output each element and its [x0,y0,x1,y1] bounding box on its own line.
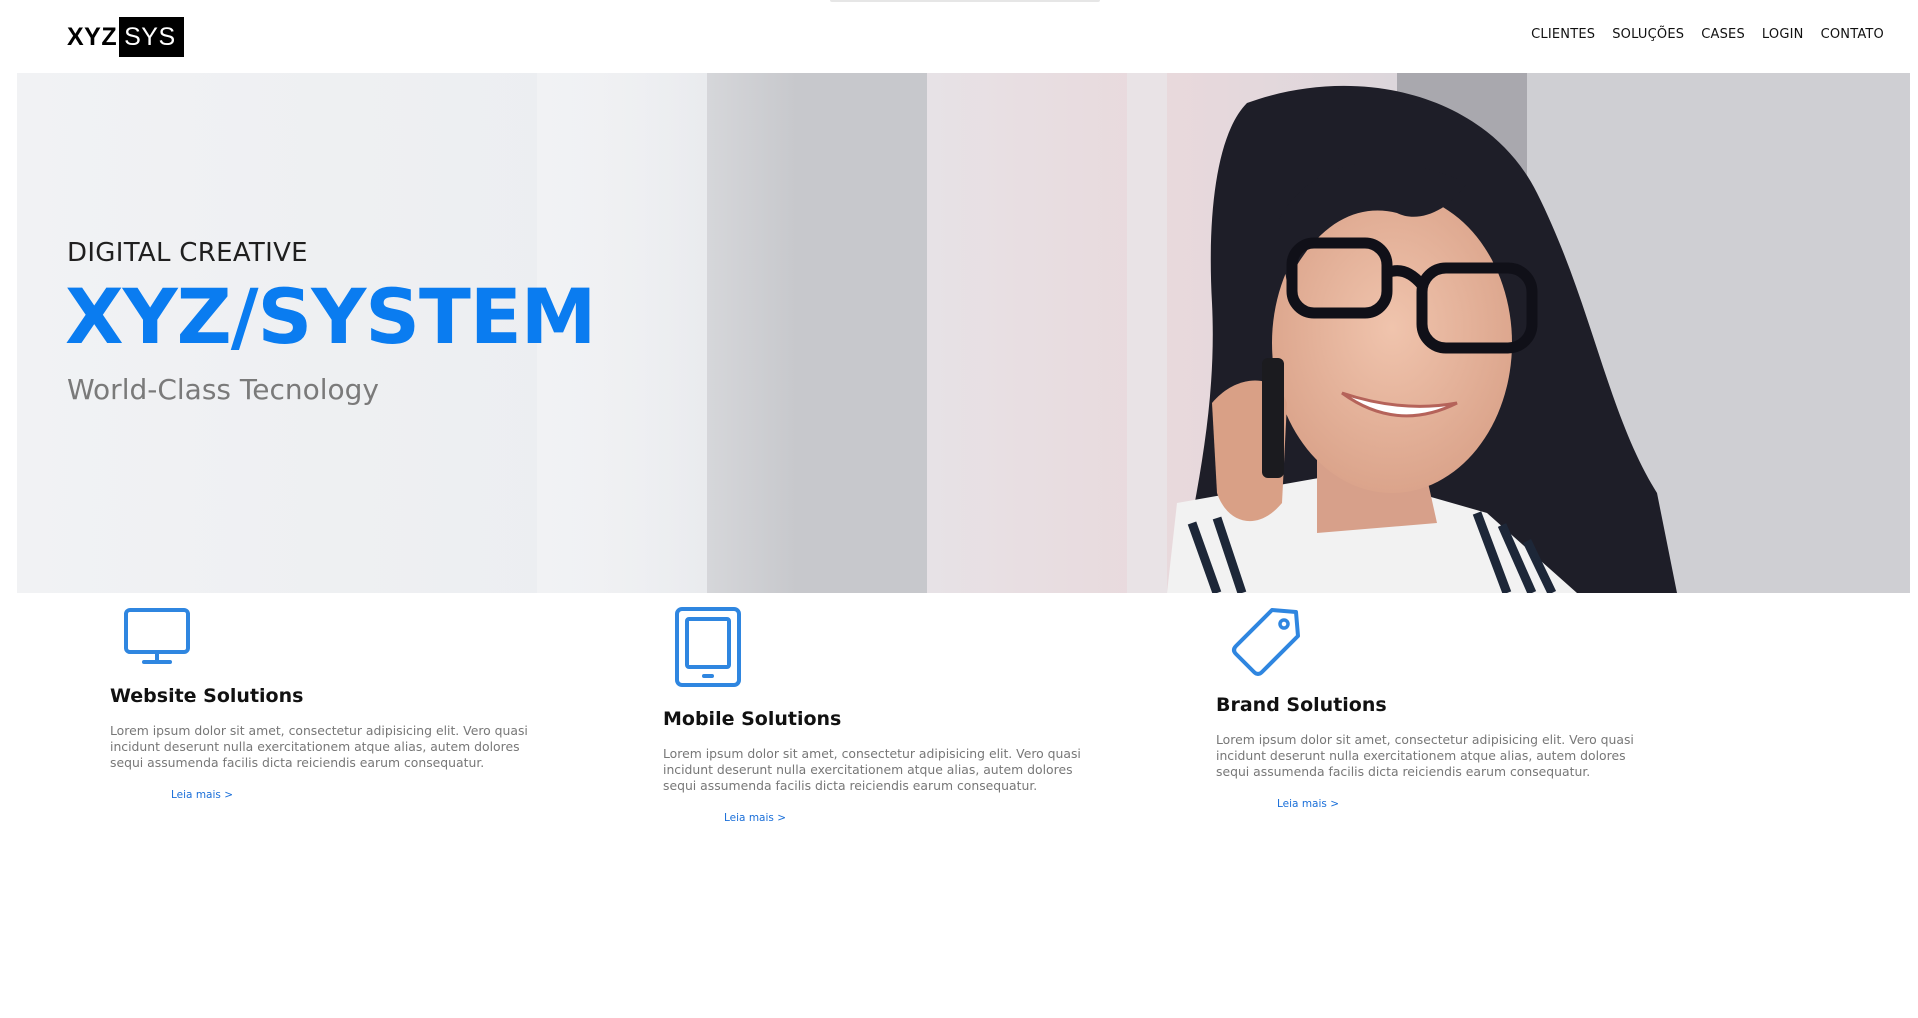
nav-item-login[interactable]: LOGIN [1762,27,1804,42]
site-header: XYZ SYS CLIENTES SOLUÇÕES CASES LOGIN CO… [0,0,1918,73]
feature-title: Website Solutions [110,685,304,707]
read-more-link[interactable]: Leia mais > [724,812,786,824]
feature-mobile: Mobile Solutions Lorem ipsum dolor sit a… [663,606,1123,825]
hero-subtitle: World-Class Tecnology [67,373,380,406]
read-more-link[interactable]: Leia mais > [171,789,233,801]
feature-text: Lorem ipsum dolor sit amet, consectetur … [110,723,528,770]
feature-title: Mobile Solutions [663,708,842,730]
header-shadow [830,0,1100,2]
feature-website: Website Solutions Lorem ipsum dolor sit … [110,606,570,802]
main-nav: CLIENTES SOLUÇÕES CASES LOGIN CONTATO [1531,27,1884,42]
tag-icon [1232,608,1300,676]
feature-text: Lorem ipsum dolor sit amet, consectetur … [663,746,1081,793]
hero-banner: DIGITAL CREATIVE XYZ/SYSTEM World-Class … [17,73,1910,593]
feature-brand: Brand Solutions Lorem ipsum dolor sit am… [1216,606,1676,811]
read-more-link[interactable]: Leia mais > [1277,798,1339,810]
hero-kicker: DIGITAL CREATIVE [67,238,308,268]
feature-title: Brand Solutions [1216,694,1387,716]
hero-title: XYZ/SYSTEM [65,272,596,361]
logo-text-right: SYS [119,17,184,57]
feature-text: Lorem ipsum dolor sit amet, consectetur … [1216,732,1634,779]
nav-item-clientes[interactable]: CLIENTES [1531,27,1595,42]
monitor-icon [124,608,190,664]
site-logo[interactable]: XYZ SYS [67,17,184,57]
nav-item-cases[interactable]: CASES [1701,27,1745,42]
nav-item-solucoes[interactable]: SOLUÇÕES [1612,27,1684,42]
logo-text-left: XYZ [67,22,118,51]
tablet-icon [675,607,741,687]
nav-item-contato[interactable]: CONTATO [1821,27,1884,42]
